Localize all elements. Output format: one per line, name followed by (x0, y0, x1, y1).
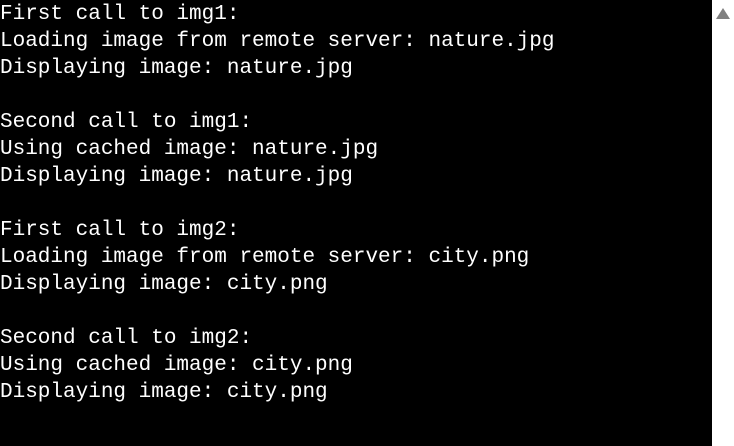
console-window: First call to img1: Loading image from r… (0, 0, 734, 446)
console-line: First call to img1: (0, 3, 240, 26)
scroll-up-button[interactable] (712, 0, 734, 26)
console-line: Displaying image: nature.jpg (0, 165, 353, 188)
console-line: Using cached image: city.png (0, 354, 353, 377)
console-line: Second call to img1: (0, 111, 253, 134)
console-line: Loading image from remote server: city.p… (0, 246, 530, 269)
triangle-up-icon (716, 8, 730, 19)
vertical-scrollbar[interactable] (712, 0, 734, 446)
console-line: First call to img2: (0, 219, 240, 242)
console-line: Displaying image: city.png (0, 381, 328, 404)
console-line: Loading image from remote server: nature… (0, 30, 555, 53)
console-line: Using cached image: nature.jpg (0, 138, 379, 161)
console-output[interactable]: First call to img1: Loading image from r… (0, 0, 712, 446)
console-line: Displaying image: nature.jpg (0, 57, 353, 80)
console-line: Second call to img2: (0, 327, 253, 350)
console-line: Displaying image: city.png (0, 273, 328, 296)
